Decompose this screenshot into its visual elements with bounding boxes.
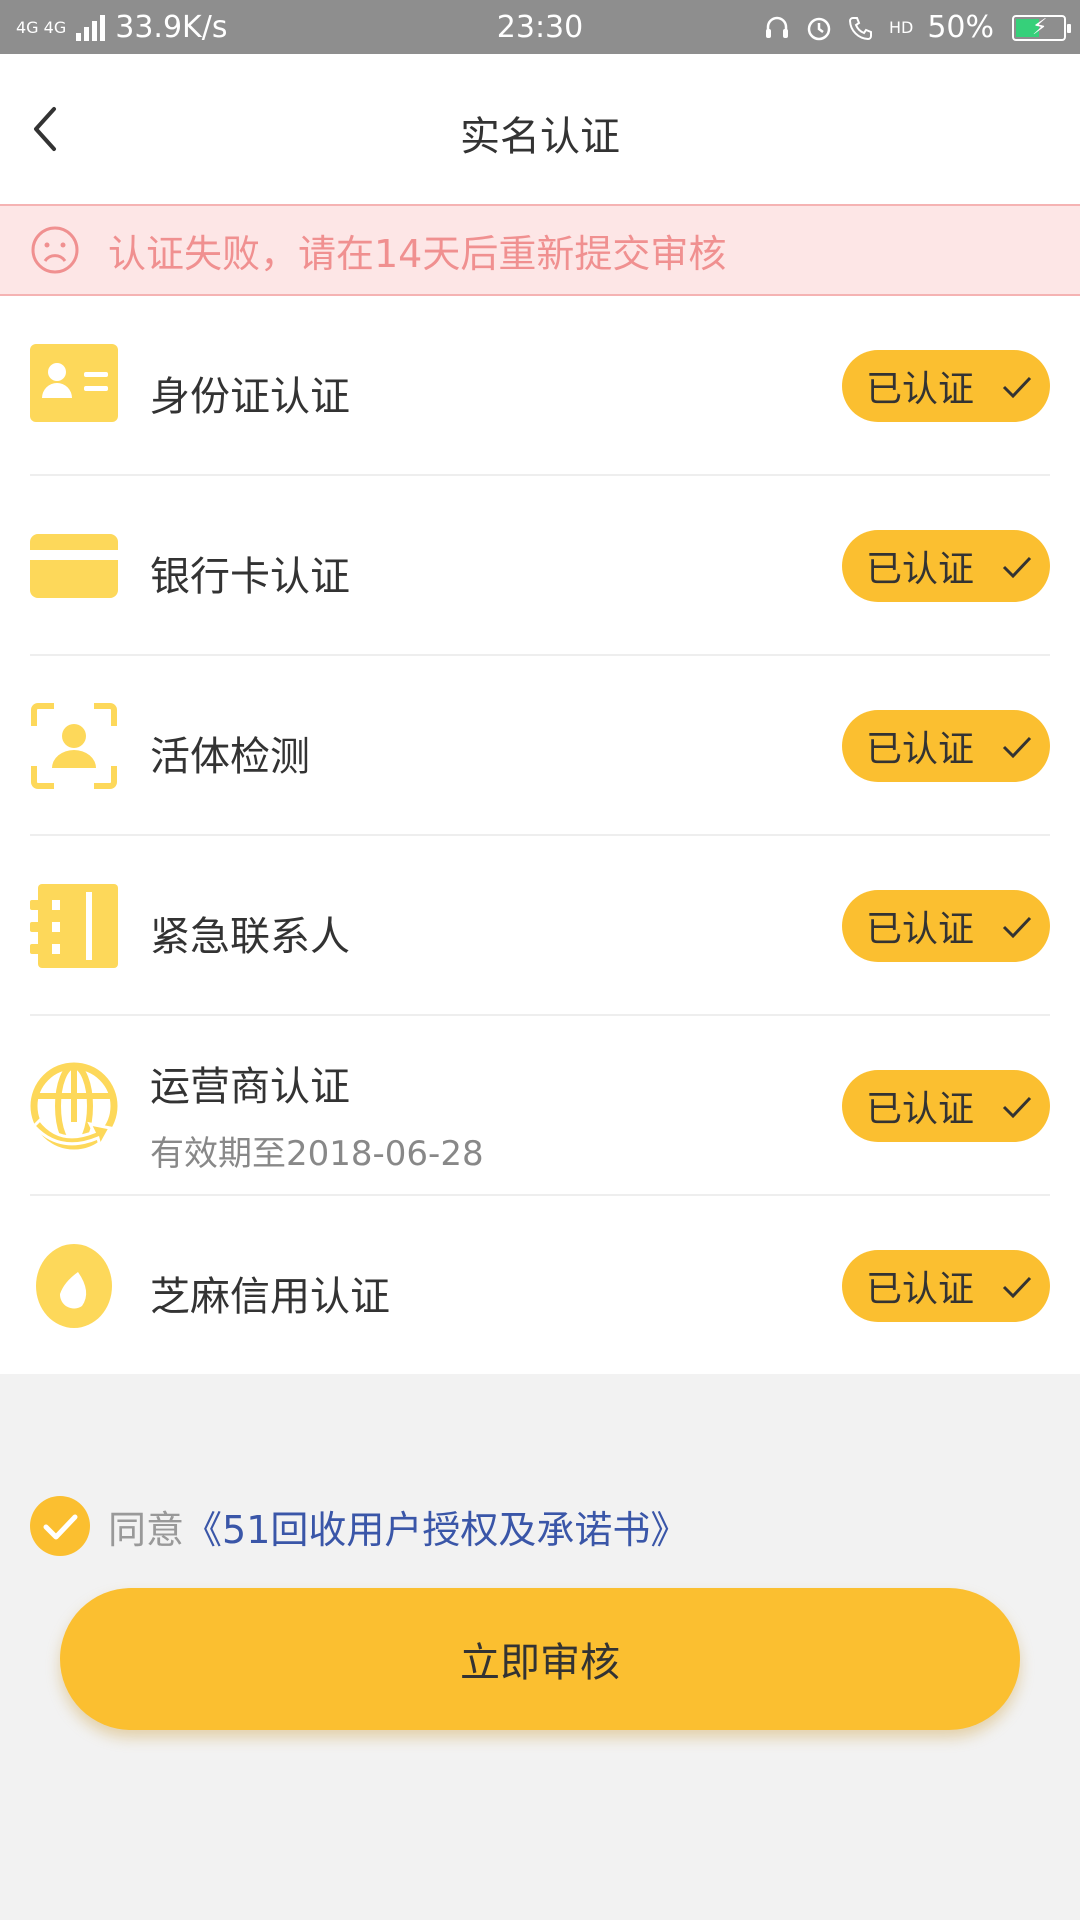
headset-icon — [765, 16, 788, 38]
agreement-row: 同意 《51回收用户授权及承诺书》 — [30, 1496, 688, 1556]
status-badge: 已认证 — [842, 710, 1050, 782]
status-badge-label: 已认证 — [866, 1089, 975, 1130]
item-title: 银行卡认证 — [150, 554, 350, 600]
verification-list: 身份证认证 已认证 银行卡认证 已认证 活体检测 已认证 紧急联系人 已认证 运… — [0, 296, 1080, 1374]
agreement-label: 同意 — [108, 1507, 185, 1552]
status-badge: 已认证 — [842, 1070, 1050, 1142]
list-item-sesame-credit[interactable]: 芝麻信用认证 已认证 — [0, 1196, 1080, 1376]
item-title: 紧急联系人 — [150, 914, 350, 960]
status-badge-label: 已认证 — [866, 909, 975, 950]
list-item-emergency-contact[interactable]: 紧急联系人 已认证 — [0, 836, 1080, 1016]
agreement-link[interactable]: 《51回收用户授权及承诺书》 — [184, 1499, 688, 1554]
alarm-icon — [807, 17, 831, 40]
list-item-bank-card[interactable]: 银行卡认证 已认证 — [0, 476, 1080, 656]
sad-face-icon — [31, 226, 79, 274]
hd-tag: HD — [888, 17, 914, 37]
battery-icon: ⚡ — [1012, 14, 1071, 41]
globe-icon — [30, 1062, 118, 1150]
status-right: HD 50% ⚡ — [763, 10, 1071, 45]
list-item-carrier[interactable]: 运营商认证 有效期至2018-06-28 已认证 — [0, 1016, 1080, 1196]
alert-banner: 认证失败，请在14天后重新提交审核 — [0, 204, 1080, 296]
item-subtitle: 有效期至2018-06-28 — [150, 1134, 484, 1174]
check-icon — [1002, 916, 1032, 939]
status-badge: 已认证 — [842, 1250, 1050, 1322]
battery-percent: 50% — [927, 10, 994, 45]
item-title: 芝麻信用认证 — [150, 1274, 390, 1320]
check-icon — [1002, 1096, 1032, 1119]
check-icon — [1002, 376, 1032, 399]
status-badge: 已认证 — [842, 530, 1050, 602]
list-item-face-scan[interactable]: 活体检测 已认证 — [0, 656, 1080, 836]
status-badge-label: 已认证 — [866, 549, 975, 590]
sesame-icon — [36, 1244, 112, 1328]
id-card-icon — [30, 344, 118, 422]
status-badge: 已认证 — [842, 890, 1050, 962]
bank-card-icon — [30, 534, 118, 598]
alert-text: 认证失败，请在14天后重新提交审核 — [108, 231, 727, 276]
contact-book-icon — [30, 884, 118, 968]
status-badge: 已认证 — [842, 350, 1050, 422]
page-title: 实名认证 — [460, 114, 620, 160]
submit-review-button[interactable]: 立即审核 — [60, 1588, 1020, 1730]
status-badge-label: 已认证 — [866, 1269, 975, 1310]
item-title: 身份证认证 — [150, 374, 350, 420]
status-bar: 4G 4G 33.9K/s 23:30 HD 50% ⚡ — [0, 0, 1080, 54]
item-title: 运营商认证 — [150, 1064, 350, 1110]
status-badge-label: 已认证 — [866, 729, 975, 770]
nav-bar: 实名认证 — [0, 54, 1080, 204]
status-badge-label: 已认证 — [866, 369, 975, 410]
agreement-checkbox[interactable] — [30, 1496, 90, 1556]
hd-call-icon — [848, 16, 872, 40]
check-icon — [1002, 556, 1032, 579]
list-item-id-card[interactable]: 身份证认证 已认证 — [0, 296, 1080, 476]
face-scan-icon — [31, 703, 117, 789]
item-title: 活体检测 — [150, 734, 310, 780]
check-icon — [1002, 736, 1032, 759]
check-icon — [1002, 1276, 1032, 1299]
